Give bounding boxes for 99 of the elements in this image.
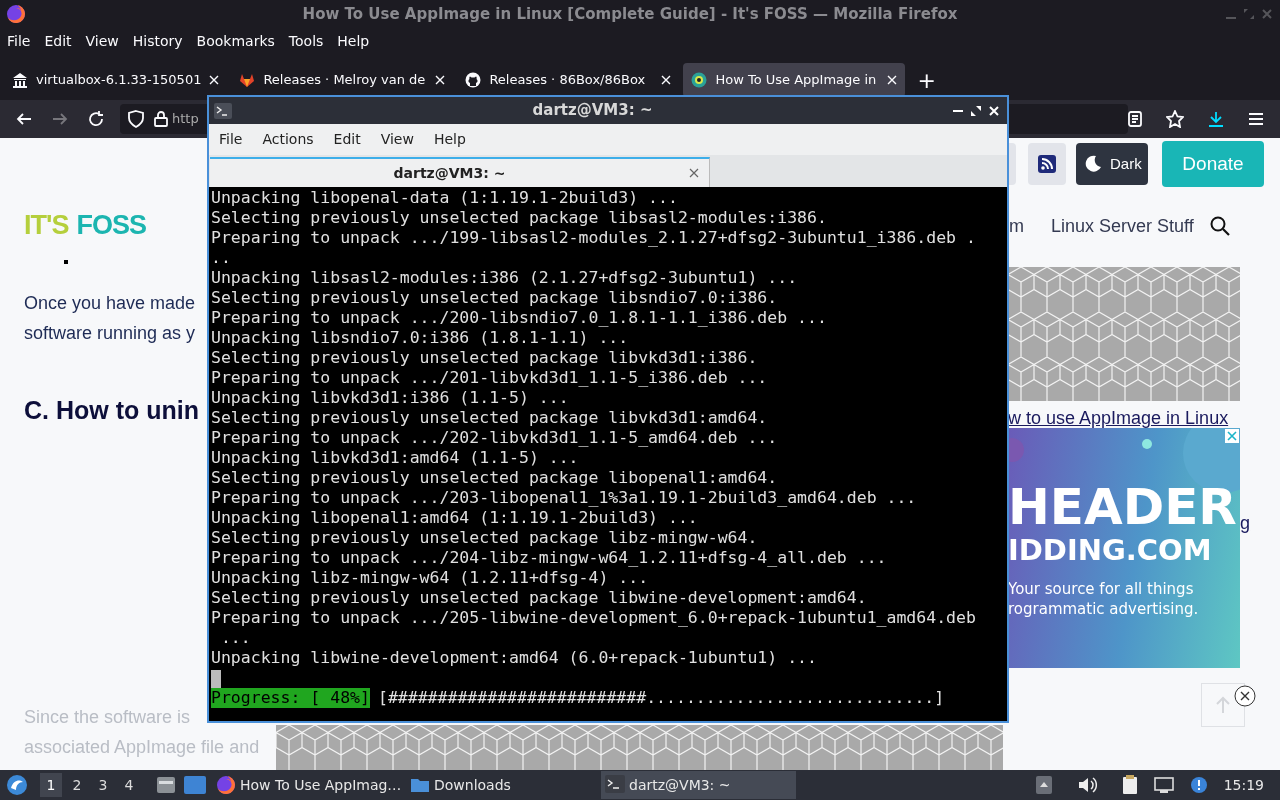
fox-icon: [239, 72, 256, 88]
new-tab-button[interactable]: +: [917, 63, 936, 97]
firefox-icon: [216, 775, 236, 795]
ad-text: Your source for all things: [1008, 580, 1195, 598]
cat-icon: [465, 72, 482, 88]
terminal-line: Preparing to unpack .../200-libsndio7.0_1.8.1-1.1_i386.deb ...: [211, 308, 828, 328]
lock-icon[interactable]: [154, 111, 168, 127]
terminal-tab[interactable]: dartz@VM3: ~: [210, 157, 710, 187]
site-logo-icon: [691, 72, 708, 88]
workspace-button[interactable]: 3: [92, 773, 114, 797]
paragraph-line: software running as y: [24, 322, 196, 345]
progress-bar-text: [##########################.............................]: [377, 688, 945, 708]
terminal-line: Selecting previously unselected package libvkd3d1:amd64.: [211, 408, 769, 428]
terminal-line: ..: [211, 248, 232, 268]
terminal-line: Unpacking libsndio7.0:i386 (1.8.1-1.1) ...: [211, 328, 630, 348]
terminal-line: Unpacking libwine-development:amd64 (6.0+repack-1ubuntu1) ...: [211, 648, 818, 668]
reader-icon[interactable]: [1128, 111, 1142, 127]
article-link[interactable]: g: [1240, 510, 1250, 537]
search-icon[interactable]: [1209, 216, 1230, 236]
menu-item[interactable]: Actions: [252, 129, 324, 150]
terminal-icon: [605, 775, 625, 795]
terminal-line: Selecting previously unselected package libopenal1:amd64.: [211, 468, 779, 488]
nav-link[interactable]: Linux Server Stuff: [1051, 212, 1194, 240]
notification-icon[interactable]: [1189, 776, 1208, 794]
menu-item[interactable]: View: [78, 30, 126, 52]
clipboard-icon[interactable]: [1121, 775, 1138, 795]
article-link[interactable]: w to use AppImage in Linux: [1008, 407, 1280, 429]
browser-tab[interactable]: virtualbox-6.1.33-150501: [4, 63, 228, 97]
terminal-line: Preparing to unpack .../202-libvkd3d1_1.1-5_amd64.deb ...: [211, 428, 779, 448]
ad-text: HEADER: [1008, 480, 1237, 535]
taskbar-button[interactable]: Downloads: [406, 771, 521, 799]
menu-item[interactable]: Tools: [281, 30, 331, 52]
menu-item[interactable]: Help: [330, 30, 377, 52]
window-title: How To Use AppImage in Linux [Complete Guide] - It's FOSS — Mozilla Firefox: [301, 3, 959, 25]
terminal-line: Unpacking libvkd3d1:i386 (1.1-5) ...: [211, 388, 570, 408]
section-heading: C. How to unin: [24, 395, 199, 426]
menu-item[interactable]: History: [125, 30, 190, 52]
menu-item[interactable]: Edit: [323, 129, 371, 150]
shield-icon[interactable]: [128, 110, 144, 128]
text-cursor: [211, 669, 221, 688]
terminal-line: Preparing to unpack .../204-libz-mingw-w64_1.2.11+dfsg-4_all.deb ...: [211, 548, 888, 568]
menu-item[interactable]: Help: [423, 129, 476, 150]
back-icon[interactable]: [16, 111, 32, 127]
taskbar-button[interactable]: dartz@VM3: ~: [601, 771, 796, 799]
terminal-line: Selecting previously unselected package libvkd3d1:i386.: [211, 348, 759, 368]
nav-link[interactable]: m: [1009, 212, 1024, 240]
ad-text: IDDING.COM: [1008, 535, 1213, 567]
star-icon[interactable]: [1166, 110, 1184, 128]
terminal-line: Unpacking libopenal-data (1:1.19.1-2build3) ...: [211, 188, 679, 208]
terminal-line: Unpacking libz-mingw-w64 (1.2.11+dfsg-4) ...: [211, 568, 650, 588]
forward-icon[interactable]: [52, 111, 68, 127]
terminal-line: Selecting previously unselected package libsasl2-modules:i386.: [211, 208, 828, 228]
moon-icon: [1084, 155, 1102, 173]
ad-text: rogrammatic advertising.: [1008, 601, 1200, 618]
network-icon[interactable]: [1153, 776, 1174, 794]
workspace-button[interactable]: 2: [66, 773, 88, 797]
progress-label: Progress: [ 48%]: [211, 688, 370, 708]
workspace-button[interactable]: 1: [40, 773, 62, 797]
menu-item[interactable]: File: [209, 129, 253, 150]
terminal-line: Unpacking libopenal1:amd64 (1:1.19.1-2build3) ...: [211, 508, 699, 528]
rss-button[interactable]: [1028, 143, 1066, 185]
paragraph-line: associated AppImage file and: [24, 735, 260, 759]
clock-text: 15:19: [1223, 775, 1264, 795]
taskbar-button[interactable]: How To Use AppImag…: [212, 771, 402, 799]
file-manager-icon[interactable]: [156, 775, 176, 795]
dark-mode-button[interactable]: Dark: [1076, 143, 1148, 185]
bank-icon: [12, 72, 28, 88]
terminal-line: Unpacking libsasl2-modules:i386 (2.1.27+dfsg2-3ubuntu1) ...: [211, 268, 799, 288]
url-text[interactable]: http: [172, 109, 199, 129]
terminal-line: Preparing to unpack .../199-libsasl2-modules_2.1.27+dfsg2-3ubuntu1_i386.deb .: [211, 228, 977, 248]
menu-item[interactable]: Bookmarks: [189, 30, 282, 52]
terminal-line: Preparing to unpack .../201-libvkd3d1_1.1-5_i386.deb ...: [211, 368, 769, 388]
download-icon[interactable]: [1208, 111, 1224, 127]
firefox-icon: [6, 4, 26, 24]
rss-icon: [1038, 155, 1056, 173]
terminal-line: Preparing to unpack .../205-libwine-development_6.0+repack-1ubuntu1_amd64.deb: [211, 608, 977, 628]
menu-icon[interactable]: [1248, 112, 1264, 126]
start-menu-icon[interactable]: [6, 774, 28, 796]
volume-icon[interactable]: [1077, 776, 1098, 794]
dot-mark: [64, 260, 68, 264]
close-icon[interactable]: [1234, 685, 1256, 707]
menu-item[interactable]: View: [370, 129, 424, 150]
menu-item[interactable]: Edit: [37, 30, 79, 52]
terminal-line: Preparing to unpack .../203-libopenal1_1%3a1.19.1-2build3_amd64.deb ...: [211, 488, 918, 508]
terminal-line: Unpacking libvkd3d1:amd64 (1.1-5) ...: [211, 448, 580, 468]
terminal-line: ...: [219, 628, 252, 648]
maximize-icon[interactable]: [971, 105, 981, 116]
terminal-line: Selecting previously unselected package libwine-development:amd64.: [211, 588, 868, 608]
browser-tab[interactable]: How To Use AppImage in: [683, 63, 906, 97]
terminal-icon: [214, 102, 232, 119]
menu-item[interactable]: File: [0, 30, 38, 52]
window-title: dartz@VM3: ~: [531, 100, 654, 122]
paragraph-line: Since the software is: [24, 705, 191, 729]
terminal-line: Selecting previously unselected package libz-mingw-w64.: [211, 528, 759, 548]
terminal-line: Selecting previously unselected package libsndio7.0:i386.: [211, 288, 779, 308]
arrow-up-icon: [1215, 696, 1231, 714]
reload-icon[interactable]: [88, 111, 104, 127]
paragraph-line: Once you have made: [24, 292, 196, 315]
workspace-button[interactable]: 4: [118, 773, 140, 797]
